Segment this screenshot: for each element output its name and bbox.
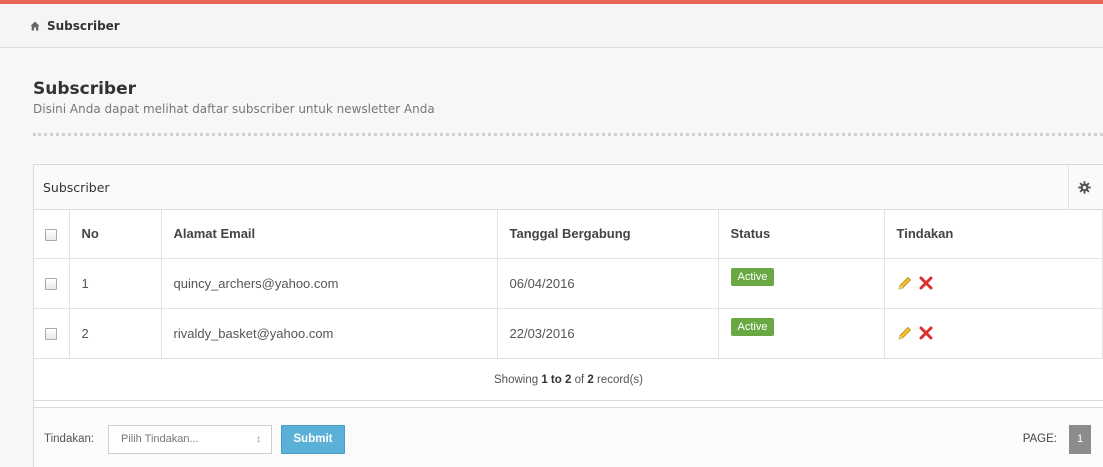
submit-button[interactable]: Submit (281, 425, 345, 454)
subscriber-table: No Alamat Email Tanggal Bergabung Status… (34, 210, 1103, 359)
column-header-actions: Tindakan (884, 210, 1103, 259)
row-no: 1 (69, 258, 162, 309)
select-arrows-icon: ↕ (256, 434, 261, 445)
records-suffix: record(s) (596, 373, 643, 386)
bulk-action-select[interactable]: Pilih Tindakan... ↕ (108, 425, 272, 454)
row-check-cell (34, 258, 70, 309)
row-date: 06/04/2016 (497, 258, 719, 309)
table-footer: Tindakan: Pilih Tindakan... ↕ Submit PAG… (34, 407, 1103, 467)
row-email: rivaldy_basket@yahoo.com (161, 308, 498, 359)
table-row: 1 quincy_archers@yahoo.com 06/04/2016 Ac… (34, 258, 1103, 309)
column-header-no[interactable]: No (69, 210, 162, 259)
panel-header-divider (1068, 165, 1069, 210)
home-icon[interactable] (30, 21, 40, 31)
records-of: of (574, 373, 585, 386)
row-checkbox[interactable] (45, 328, 57, 341)
select-all-cell (34, 210, 70, 259)
edit-icon[interactable] (897, 275, 913, 291)
page-subtitle: Disini Anda dapat melihat daftar subscri… (33, 102, 435, 116)
gear-icon[interactable] (1078, 181, 1091, 194)
row-email: quincy_archers@yahoo.com (161, 258, 498, 309)
subscriber-panel: Subscriber No Alamat Email Tanggal Berga… (33, 164, 1103, 467)
column-header-date[interactable]: Tanggal Bergabung (497, 210, 719, 259)
page-title: Subscriber (33, 79, 137, 99)
row-check-cell (34, 308, 70, 359)
select-all-checkbox[interactable] (45, 228, 57, 241)
breadcrumb-current[interactable]: Subscriber (47, 19, 120, 33)
records-range: 1 to 2 (541, 373, 572, 386)
column-header-status[interactable]: Status (718, 210, 885, 259)
column-header-email[interactable]: Alamat Email (161, 210, 498, 259)
table-header-row: No Alamat Email Tanggal Bergabung Status… (34, 210, 1103, 259)
row-actions (884, 308, 1103, 359)
status-badge: Active (730, 267, 775, 286)
page-number-button[interactable]: 1 (1069, 425, 1091, 454)
records-info: Showing 1 to 2 of 2 record(s) (34, 359, 1103, 401)
breadcrumb: Subscriber (0, 4, 1103, 48)
panel-title: Subscriber (43, 179, 110, 195)
status-badge: Active (730, 317, 775, 336)
records-total: 2 (587, 373, 594, 386)
page-label: PAGE: (1022, 433, 1057, 445)
bulk-action-placeholder: Pilih Tindakan... (121, 433, 199, 445)
panel-header: Subscriber (34, 165, 1103, 210)
records-prefix: Showing (494, 373, 539, 386)
delete-icon[interactable] (918, 275, 934, 291)
row-actions (884, 258, 1103, 309)
row-date: 22/03/2016 (497, 308, 719, 359)
row-status-cell: Active (718, 308, 885, 359)
divider (33, 133, 1103, 136)
delete-icon[interactable] (918, 325, 934, 341)
page-header: Subscriber Disini Anda dapat melihat daf… (33, 78, 435, 116)
table-row: 2 rivaldy_basket@yahoo.com 22/03/2016 Ac… (34, 308, 1103, 359)
row-no: 2 (69, 308, 162, 359)
bulk-action-label: Tindakan: (44, 433, 95, 445)
edit-icon[interactable] (897, 325, 913, 341)
row-status-cell: Active (718, 258, 885, 309)
row-checkbox[interactable] (45, 278, 57, 291)
